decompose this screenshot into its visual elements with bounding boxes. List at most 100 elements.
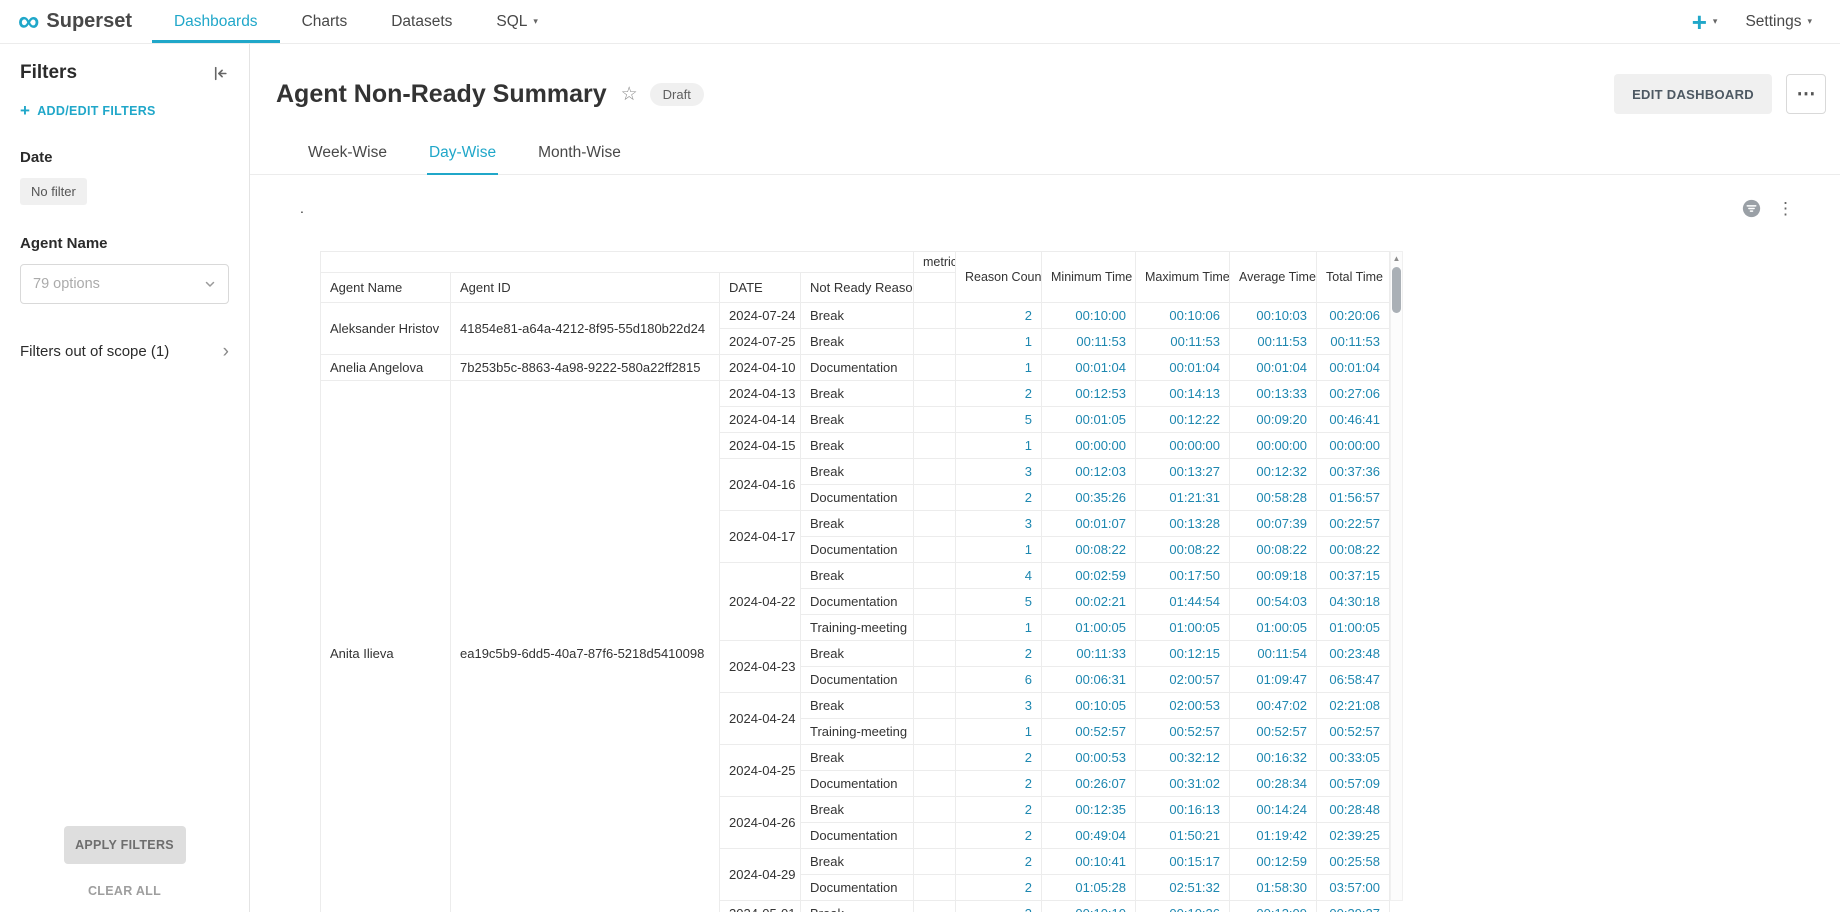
cell-total-time: 00:57:09 [1317,771,1390,797]
new-button[interactable]: +▾ [1692,9,1718,35]
column-header-agent-id[interactable]: Agent ID [451,273,720,303]
star-icon[interactable]: ☆ [621,83,638,106]
tab-day-wise[interactable]: Day-Wise [427,134,498,175]
chart-title: . [300,200,304,216]
cell-minimum-time: 00:01:07 [1042,511,1136,537]
agent-name-select[interactable]: 79 options [20,264,229,304]
cell-maximum-time: 02:00:53 [1136,693,1230,719]
clear-all-button[interactable]: CLEAR ALL [88,884,161,898]
nav-datasets[interactable]: Datasets [369,0,474,43]
tab-month-wise[interactable]: Month-Wise [536,134,623,174]
cell-minimum-time: 00:00:00 [1042,433,1136,459]
cell-minimum-time: 00:02:59 [1042,563,1136,589]
cell-maximum-time: 00:12:22 [1136,407,1230,433]
cell-average-time: 00:12:32 [1230,459,1317,485]
pivot-table-area: metric Reason Count Minimum Time Maximum… [320,251,1840,912]
cell-not-ready-reason: Break [801,511,914,537]
cell-minimum-time: 00:01:05 [1042,407,1136,433]
cell-not-ready-reason: Break [801,459,914,485]
column-header-date[interactable]: DATE [720,273,801,303]
cell-reason-count: 2 [956,303,1042,329]
cell-total-time: 04:30:18 [1317,589,1390,615]
cell-maximum-time: 00:13:27 [1136,459,1230,485]
column-header-average-time[interactable]: Average Time [1230,252,1317,303]
tab-week-wise[interactable]: Week-Wise [306,134,389,174]
cell-date: 2024-04-25 [720,745,801,797]
apply-filters-button[interactable]: APPLY FILTERS [64,826,186,864]
main-menu: Dashboards Charts Datasets SQL▾ [152,0,560,43]
nav-right: +▾ Settings▾ [1692,0,1840,43]
cell-not-ready-reason: Break [801,303,914,329]
edit-dashboard-button[interactable]: EDIT DASHBOARD [1614,74,1772,114]
brand-name: Superset [46,10,132,33]
column-header-reason-count[interactable]: Reason Count [956,252,1042,303]
cell-not-ready-reason: Break [801,849,914,875]
cell-metric-spacer [914,771,956,797]
top-nav: ∞ Superset Dashboards Charts Datasets SQ… [0,0,1840,44]
cell-maximum-time: 00:08:22 [1136,537,1230,563]
cell-agent-id: ea19c5b9-6dd5-40a7-87f6-5218d5410098 [451,381,720,912]
plus-icon: + [1692,9,1707,35]
cell-minimum-time: 00:12:35 [1042,797,1136,823]
settings-menu[interactable]: Settings▾ [1745,13,1812,31]
nav-dashboards[interactable]: Dashboards [152,0,280,43]
pivot-table: metric Reason Count Minimum Time Maximum… [320,251,1390,912]
status-badge: Draft [650,83,704,106]
caret-down-icon: ▾ [533,16,538,27]
column-header-agent-name[interactable]: Agent Name [321,273,451,303]
cell-maximum-time: 00:17:50 [1136,563,1230,589]
cell-reason-count: 1 [956,537,1042,563]
column-header-not-ready-reason[interactable]: Not Ready Reason [801,273,914,303]
tab-day-wise-label: Day-Wise [429,144,496,161]
cell-not-ready-reason: Documentation [801,667,914,693]
cell-not-ready-reason: Documentation [801,823,914,849]
cell-minimum-time: 00:02:21 [1042,589,1136,615]
cell-reason-count: 2 [956,823,1042,849]
cell-metric-spacer [914,875,956,901]
kebab-menu-icon[interactable]: ⋮ [1777,200,1794,217]
dashboard-header: Agent Non-Ready Summary ☆ Draft EDIT DAS… [250,44,1840,118]
cell-date: 2024-04-23 [720,641,801,693]
nav-sql[interactable]: SQL▾ [474,0,560,43]
cell-agent-name: Anelia Angelova [321,355,451,381]
cell-minimum-time: 01:00:05 [1042,615,1136,641]
cell-average-time: 01:58:30 [1230,875,1317,901]
cell-not-ready-reason: Documentation [801,589,914,615]
cell-maximum-time: 00:12:15 [1136,641,1230,667]
column-header-minimum-time[interactable]: Minimum Time [1042,252,1136,303]
page-title: Agent Non-Ready Summary [276,80,607,109]
filters-sidebar: Filters + ADD/EDIT FILTERS Date No filte… [0,44,250,912]
scrollbar-thumb[interactable] [1392,267,1401,313]
filter-badge-icon[interactable] [1742,199,1761,218]
superset-logo[interactable]: ∞ Superset [18,0,132,43]
cell-not-ready-reason: Documentation [801,875,914,901]
cell-maximum-time: 00:11:53 [1136,329,1230,355]
cell-metric-spacer [914,849,956,875]
add-edit-filters-button[interactable]: + ADD/EDIT FILTERS [20,102,229,119]
nav-charts[interactable]: Charts [280,0,370,43]
cell-reason-count: 6 [956,667,1042,693]
header-blank [321,252,914,273]
cell-minimum-time: 00:10:41 [1042,849,1136,875]
cell-average-time: 00:52:57 [1230,719,1317,745]
cell-reason-count: 3 [956,693,1042,719]
date-filter-chip[interactable]: No filter [20,178,87,205]
cell-metric-spacer [914,433,956,459]
more-options-button[interactable]: ⋯ [1786,74,1826,114]
cell-date: 2024-04-16 [720,459,801,511]
cell-minimum-time: 00:35:26 [1042,485,1136,511]
agent-name-select-placeholder: 79 options [33,276,100,292]
cell-reason-count: 2 [956,485,1042,511]
cell-average-time: 00:54:03 [1230,589,1317,615]
chevron-down-icon [204,278,216,290]
column-header-maximum-time[interactable]: Maximum Time [1136,252,1230,303]
cell-metric-spacer [914,901,956,912]
collapse-sidebar-icon[interactable] [212,65,229,82]
scroll-up-icon[interactable]: ▲ [1393,252,1401,265]
table-scrollbar[interactable]: ▲ [1390,251,1403,901]
cell-metric-spacer [914,511,956,537]
column-header-total-time[interactable]: Total Time [1317,252,1390,303]
cell-maximum-time: 01:00:05 [1136,615,1230,641]
filters-out-of-scope[interactable]: Filters out of scope (1) › [20,342,229,361]
metric-axis-header: metric [914,252,956,273]
